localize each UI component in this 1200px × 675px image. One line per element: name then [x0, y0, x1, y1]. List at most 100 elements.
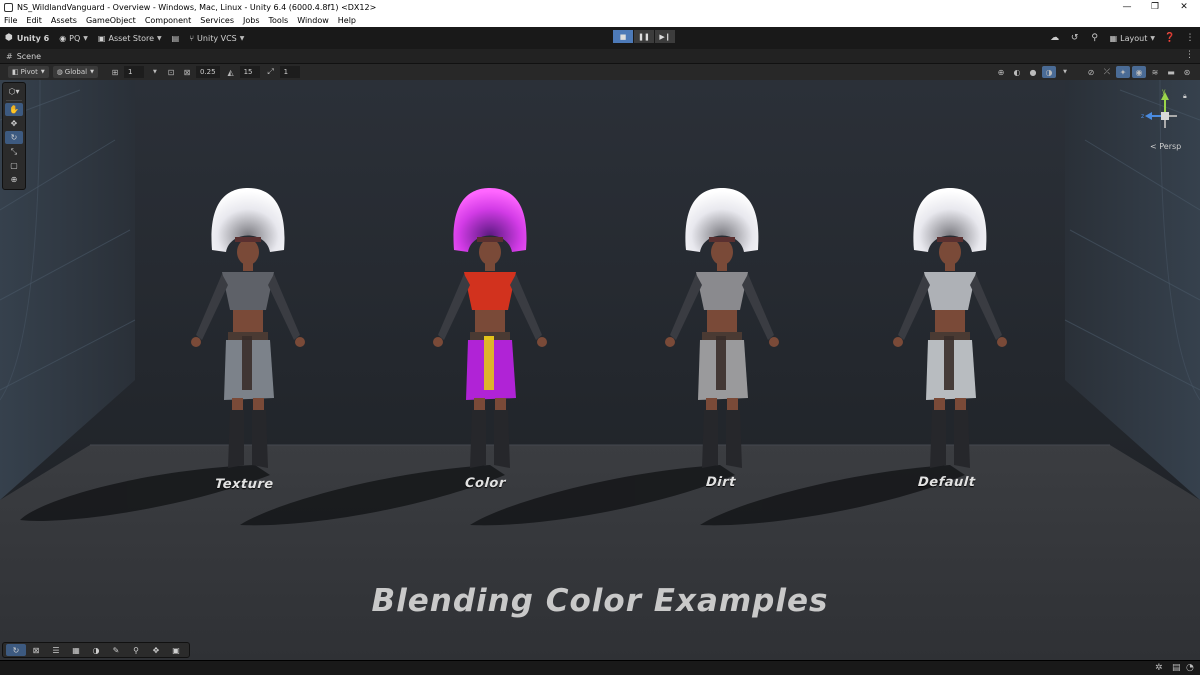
shaded-icon[interactable]: ● — [1026, 66, 1040, 78]
search-icon[interactable]: ⚲ — [1085, 33, 1105, 43]
menu-gameobject[interactable]: GameObject — [86, 16, 136, 25]
step-icon: ▶❙ — [659, 32, 671, 41]
unity-label: Unity 6 — [16, 33, 50, 43]
menu-bar: File Edit Assets GameObject Component Se… — [0, 14, 1200, 27]
effects-toggle-icon[interactable]: ✦ — [1116, 66, 1130, 78]
maximize-button[interactable]: ❐ — [1141, 0, 1169, 14]
camera-icon[interactable]: ▣ — [166, 644, 186, 656]
lock-icon[interactable]: 🔒︎ — [1183, 92, 1187, 101]
tab-scene[interactable]: # Scene — [0, 52, 41, 61]
version-control-dropdown[interactable]: ⑂ Unity VCS ▼ — [184, 30, 249, 46]
menu-window[interactable]: Window — [297, 16, 329, 25]
rotate-tool-button[interactable]: ↻ — [5, 131, 23, 144]
pause-button[interactable]: ❚❚ — [634, 30, 654, 43]
account-dropdown[interactable]: ◉ PQ ▼ — [54, 30, 93, 46]
layout-label: Layout — [1120, 33, 1148, 43]
wireframe-shading-icon[interactable]: ◐ — [1010, 66, 1024, 78]
history-icon[interactable]: ↺ — [1065, 33, 1085, 43]
scene-render — [0, 80, 1200, 660]
lighting-icon[interactable]: ◑ — [86, 644, 106, 656]
more-icon[interactable]: ⋮ — [1180, 33, 1200, 43]
scale-snap-icon[interactable]: ⤢ — [264, 66, 278, 78]
menu-jobs[interactable]: Jobs — [243, 16, 260, 25]
rotate-snap-field[interactable]: 15 — [239, 66, 260, 78]
progress-icon[interactable]: ◔ — [1186, 663, 1194, 673]
tool-mode-dropdown[interactable]: ⬡▾ — [5, 85, 23, 98]
grid-toggle-icon[interactable]: ▦ — [66, 644, 86, 656]
rotate-icon: ↻ — [10, 133, 18, 142]
menu-help[interactable]: Help — [338, 16, 356, 25]
memory-icon[interactable]: ▤ — [1172, 663, 1181, 673]
account-label: PQ — [69, 33, 81, 43]
package-button[interactable]: ▤ — [167, 30, 185, 46]
window-title-bar: NS_WildlandVanguard - Overview - Windows… — [0, 0, 1200, 14]
scale-icon: ⤡ — [10, 146, 18, 156]
menu-edit[interactable]: Edit — [26, 16, 42, 25]
tool-divider — [6, 100, 22, 101]
shading-dropdown-icon[interactable]: ▼ — [1058, 66, 1072, 78]
camera-settings-icon[interactable]: ▬ — [1164, 66, 1178, 78]
layout-dropdown[interactable]: ▦ Layout ▼ — [1105, 30, 1160, 46]
paint-icon[interactable]: ✎ — [106, 644, 126, 656]
status-bar: ✲ ▤ ◔ — [0, 660, 1200, 675]
layers-icon[interactable]: ≋ — [1148, 66, 1162, 78]
rect-tool-button[interactable]: ▢ — [5, 159, 23, 172]
scene-tab-strip: # Scene ⋮ — [0, 49, 1200, 64]
play-controls: ■ ❚❚ ▶❙ — [613, 30, 676, 43]
play-button[interactable]: ■ — [613, 30, 633, 43]
rect-icon: ▢ — [10, 161, 18, 170]
zoom-icon[interactable]: ⚲ — [126, 644, 146, 656]
view-tool-button[interactable]: ✋ — [5, 103, 23, 116]
scene-viewport[interactable]: Texture Color Dirt Default Blending Colo… — [0, 80, 1200, 660]
scale-snap-field[interactable]: 1 — [279, 66, 300, 78]
cube-icon: ⬡▾ — [8, 87, 20, 96]
menu-services[interactable]: Services — [200, 16, 234, 25]
pan-icon[interactable]: ✥ — [146, 644, 166, 656]
projection-label[interactable]: < Persp — [1150, 142, 1181, 151]
move-snap-icon[interactable]: ⊠ — [180, 66, 194, 78]
tab-scene-label: Scene — [16, 51, 42, 61]
pause-icon: ❚❚ — [638, 32, 650, 41]
list-icon[interactable]: ☰ — [46, 644, 66, 656]
grid-plane-dropdown-icon[interactable]: ▼ — [148, 66, 162, 78]
cloud-icon[interactable]: ☁ — [1045, 33, 1065, 43]
menu-file[interactable]: File — [4, 16, 17, 25]
help-icon[interactable]: ❓ — [1160, 33, 1180, 43]
grid-size-field[interactable]: 1 — [123, 66, 144, 78]
scene-toolbar: ◧ Pivot ▼ ◍ Global ▼ ⊞ 1 ▼ ⊡ ⊠ 0.25 ◭ 15… — [0, 64, 1200, 80]
scale-tool-button[interactable]: ⤡ — [5, 145, 23, 158]
menu-tools[interactable]: Tools — [269, 16, 289, 25]
debug-icon[interactable]: ✲ — [1155, 663, 1163, 673]
unity-account-button[interactable]: ⬢ Unity 6 — [0, 30, 54, 46]
global-dropdown[interactable]: ◍ Global ▼ — [52, 66, 98, 78]
move-tool-button[interactable]: ✥ — [5, 117, 23, 130]
move-snap-field[interactable]: 0.25 — [195, 66, 220, 78]
menu-assets[interactable]: Assets — [51, 16, 77, 25]
gizmos-icon[interactable]: ⊛ — [1180, 66, 1194, 78]
tab-menu-icon[interactable]: ⋮ — [1185, 50, 1194, 60]
unity-app-icon — [4, 2, 13, 12]
menu-component[interactable]: Component — [145, 16, 191, 25]
grid-visibility-icon[interactable]: ⊡ — [164, 66, 178, 78]
asset-store-dropdown[interactable]: ▣ Asset Store ▼ — [93, 30, 167, 46]
orbit-icon[interactable]: ↻ — [6, 644, 26, 656]
constraint-icon[interactable]: ⊠ — [26, 644, 46, 656]
chevron-down-icon: ▼ — [239, 34, 245, 42]
pivot-dropdown[interactable]: ◧ Pivot ▼ — [8, 66, 49, 78]
draw-mode-icon[interactable]: ⊕ — [994, 66, 1008, 78]
step-button[interactable]: ▶❙ — [655, 30, 675, 43]
minimize-button[interactable]: — — [1113, 0, 1141, 14]
2d-toggle-icon[interactable]: ⊘ — [1084, 66, 1098, 78]
scene-visibility-icon[interactable]: ◉ — [1132, 66, 1146, 78]
window-title: NS_WildlandVanguard - Overview - Windows… — [17, 2, 377, 12]
transform-tool-button[interactable]: ⊕ — [5, 173, 23, 186]
hand-icon: ✋ — [9, 105, 19, 114]
package-icon: ▤ — [171, 33, 180, 43]
lit-shading-icon[interactable]: ◑ — [1042, 66, 1056, 78]
tools-overlay: ⬡▾ ✋ ✥ ↻ ⤡ ▢ ⊕ — [2, 82, 26, 190]
grid-snap-icon[interactable]: ⊞ — [108, 66, 122, 78]
close-button[interactable]: ✕ — [1170, 0, 1198, 14]
audio-toggle-icon[interactable]: ⤫ — [1100, 66, 1114, 78]
rotate-snap-icon[interactable]: ◭ — [224, 66, 238, 78]
chevron-down-icon: ▼ — [1150, 34, 1155, 42]
